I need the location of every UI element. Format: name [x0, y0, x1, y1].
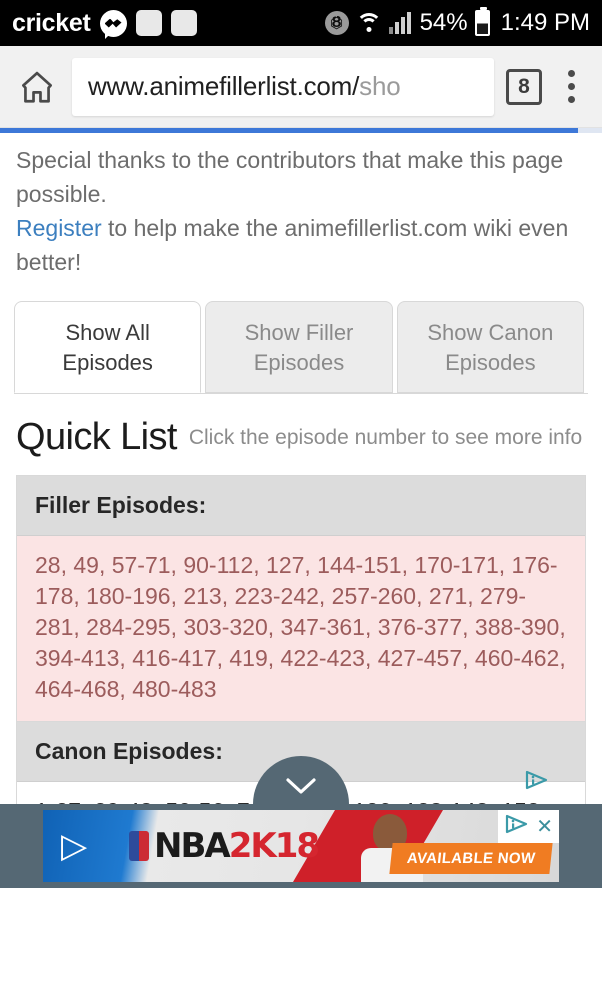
browser-toolbar: www.animefillerlist.com/sho 8 [0, 46, 602, 128]
battery-percent-label: 54% [419, 9, 468, 36]
app-placeholder-icon [135, 10, 162, 36]
tab-label-line2: Episodes [253, 350, 345, 375]
wifi-icon [355, 13, 382, 33]
tab-label-line1: Show Filler [244, 320, 354, 345]
page-content: Special thanks to the contributors that … [0, 128, 602, 888]
overflow-menu-icon[interactable] [554, 64, 588, 110]
messenger-icon [99, 9, 127, 37]
tab-count-button[interactable]: 8 [506, 68, 542, 105]
nba-logo-icon [129, 831, 149, 861]
clock-label: 1:49 PM [500, 9, 590, 36]
episode-filter-tabs: Show All Episodes Show Filler Episodes S… [0, 301, 602, 393]
ad-cta-button[interactable]: AVAILABLE NOW [389, 843, 553, 874]
close-icon[interactable]: ✕ [536, 817, 553, 837]
ad-banner-container[interactable]: ▷ NBA2K18 AVAILABLE NOW ✕ [0, 804, 602, 888]
adchoices-glyph-icon [506, 814, 528, 834]
tab-label-line2: Episodes [445, 350, 536, 375]
cellular-signal-icon [388, 12, 411, 34]
adchoices-glyph-icon [525, 770, 548, 790]
battery-icon [474, 7, 490, 36]
quick-list-hint: Click the episode number to see more inf… [188, 426, 583, 449]
adchoices-icon[interactable] [504, 813, 530, 840]
home-icon [22, 71, 52, 103]
url-text: www.animefillerlist.com/sho [88, 71, 401, 101]
tab-label-line2: Episodes [62, 350, 153, 375]
ad-zone: ▷ NBA2K18 AVAILABLE NOW ✕ [0, 756, 602, 888]
app-placeholder-icon [170, 10, 197, 36]
register-line: Register to help make the animefillerlis… [16, 211, 586, 279]
carrier-label: cricket [12, 8, 91, 37]
filler-episodes-box: Filler Episodes: 28, 49, 57-71, 90-112, … [16, 475, 586, 722]
register-link[interactable]: Register [16, 215, 102, 241]
status-bar: cricket Ȣ 54% 1:49 PM [0, 0, 602, 46]
status-bar-left: cricket [12, 9, 325, 38]
chevron-down-icon [286, 778, 316, 794]
tab-label-line1: Show Canon [427, 320, 554, 345]
bluetooth-icon: Ȣ [324, 11, 349, 35]
playstation-logo-icon: ▷ [61, 826, 88, 866]
tab-show-canon-episodes[interactable]: Show Canon Episodes [396, 301, 584, 393]
tab-label-line1: Show All [65, 320, 150, 345]
tab-show-all-episodes[interactable]: Show All Episodes [14, 301, 202, 393]
filler-episodes-header: Filler Episodes: [17, 476, 585, 536]
page-title: Quick List [16, 416, 177, 458]
screen: cricket Ȣ 54% 1:49 PM w [0, 0, 602, 992]
tab-show-filler-episodes[interactable]: Show Filler Episodes [205, 301, 393, 393]
filler-episodes-list[interactable]: 28, 49, 57-71, 90-112, 127, 144-151, 170… [17, 536, 585, 721]
adchoices-icon[interactable] [524, 769, 550, 796]
status-bar-right: Ȣ 54% 1:49 PM [324, 7, 590, 37]
url-bar[interactable]: www.animefillerlist.com/sho [72, 57, 494, 116]
ad-brand-text: NBA2K18 [154, 826, 320, 866]
home-button[interactable] [14, 64, 60, 110]
ad-brand: NBA2K18 [129, 826, 320, 866]
ad-banner[interactable]: ▷ NBA2K18 AVAILABLE NOW ✕ [43, 810, 559, 882]
thanks-line: Special thanks to the contributors that … [16, 147, 564, 207]
contributors-note: Special thanks to the contributors that … [0, 133, 602, 279]
quick-list-header: Quick List Click the episode number to s… [0, 394, 602, 475]
ad-controls: ✕ [498, 810, 559, 843]
